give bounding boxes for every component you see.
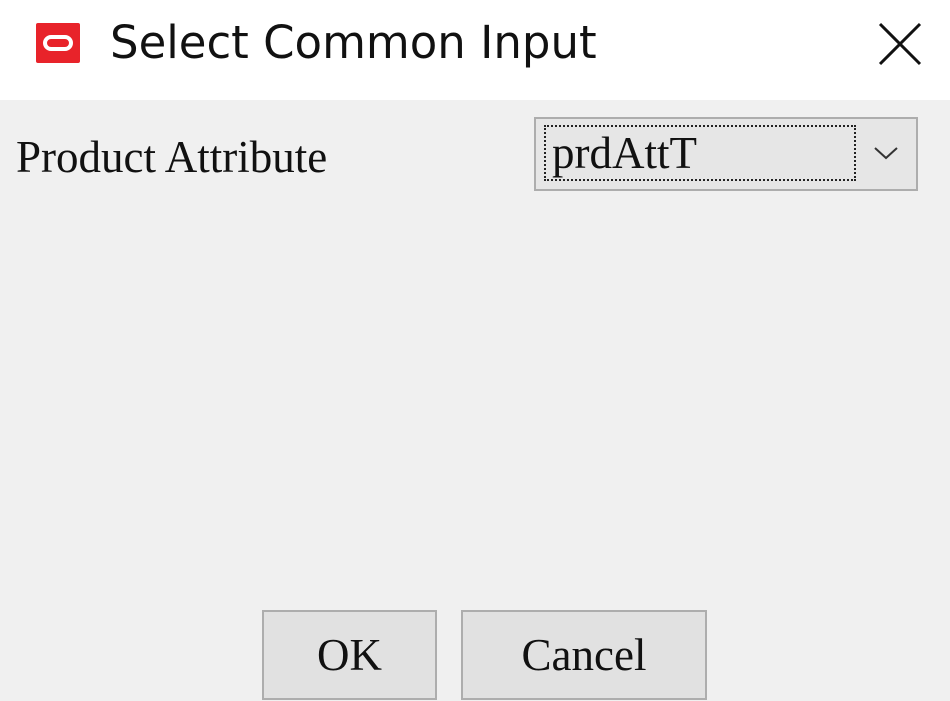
dropdown-selected-value: prdAttT bbox=[544, 125, 856, 181]
cancel-button[interactable]: Cancel bbox=[461, 610, 707, 700]
chevron-down-icon bbox=[874, 147, 898, 160]
close-icon bbox=[878, 22, 922, 66]
oracle-logo-ring bbox=[43, 35, 73, 51]
close-button[interactable] bbox=[872, 16, 928, 72]
window-title: Select Common Input bbox=[110, 16, 597, 69]
title-bar: Select Common Input bbox=[0, 0, 950, 100]
oracle-logo-icon bbox=[36, 23, 80, 63]
ok-button[interactable]: OK bbox=[262, 610, 437, 700]
product-attribute-dropdown[interactable]: prdAttT bbox=[534, 117, 918, 191]
product-attribute-label: Product Attribute bbox=[16, 132, 328, 182]
